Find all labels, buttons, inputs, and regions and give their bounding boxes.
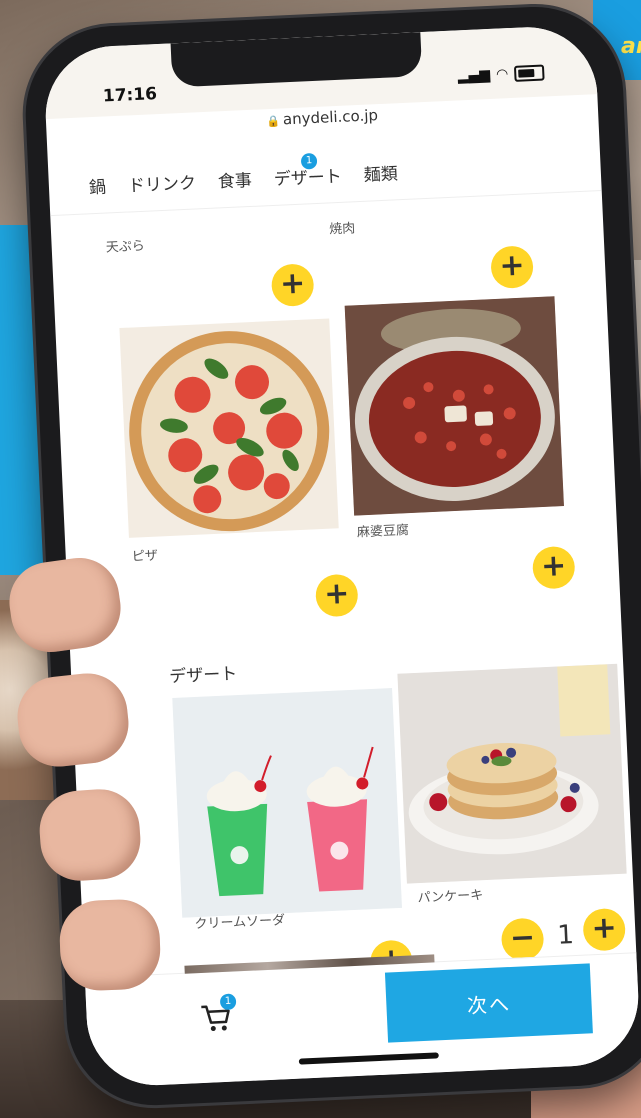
next-button[interactable]: 次へ [384,963,593,1043]
url-text: anydeli.co.jp [282,106,379,129]
category-tabs: 鍋 ドリンク 食事 デザート 1 麺類 [47,134,602,217]
hand-finger-3 [36,786,144,884]
hand-finger-4 [58,898,162,992]
next-row-preview [184,954,435,974]
add-pizza-button[interactable]: + [314,573,359,618]
item-label-pizza: ピザ [131,548,159,565]
tab-nabe[interactable]: 鍋 [88,172,107,198]
item-label-mabo: 麻婆豆腐 [356,523,410,541]
add-tempura-button[interactable]: + [270,263,315,308]
item-label-yakiniku: 焼肉 [328,221,356,238]
add-mabo-button[interactable]: + [531,545,576,590]
cream-soda-illustration [172,688,403,918]
pizza-illustration [129,331,330,532]
cream-soda-image[interactable] [172,688,403,918]
tab-drink[interactable]: ドリンク [127,168,197,196]
tab-dessert-label: デザート [273,166,343,190]
pancake-increment-button[interactable]: + [582,907,627,952]
wifi-icon: ◠ [495,66,509,83]
home-indicator[interactable] [298,1052,439,1065]
pancake-image[interactable] [397,663,627,884]
signal-icon: ▂▄▆ [457,66,491,85]
battery-icon [513,64,545,82]
tab-dessert[interactable]: デザート 1 [273,152,343,190]
pizza-image[interactable] [119,318,339,538]
system-icons: ▂▄▆ ◠ [457,64,545,85]
section-title-dessert: デザート [168,664,238,688]
pancake-quantity: 1 [556,920,575,951]
brand-text: an [621,34,641,59]
pancake-decrement-button[interactable]: − [500,917,545,962]
item-label-cream-soda: クリームソーダ [194,913,286,933]
tab-dessert-badge: 1 [300,152,318,170]
mabo-tofu-image[interactable] [344,296,564,516]
pancake-illustration [397,663,627,884]
mabo-tofu-illustration [344,296,564,516]
cart-badge: 1 [219,993,237,1011]
add-yakiniku-button[interactable]: + [490,245,534,290]
lock-icon: 🔒 [266,114,281,129]
status-time: 17:16 [102,84,158,107]
item-label-tempura: 天ぷら [105,238,146,256]
item-label-pancake: パンケーキ [417,888,484,907]
bottom-bar: 1 次へ [84,952,641,1089]
tab-meal[interactable]: 食事 [217,165,252,192]
tab-noodles[interactable]: 麺類 [363,159,398,186]
